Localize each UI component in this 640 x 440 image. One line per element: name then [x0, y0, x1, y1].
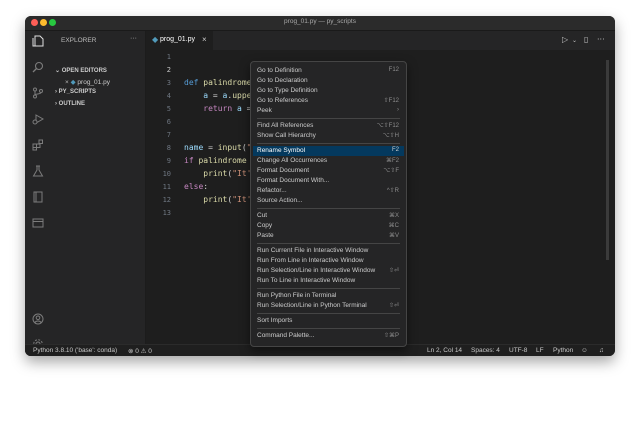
menu-separator	[257, 118, 400, 119]
open-editor-item[interactable]: × ◆ prog_01.py	[65, 78, 110, 86]
menu-item-run-python-file-terminal[interactable]: Run Python File in Terminal	[253, 291, 404, 301]
menu-separator	[257, 328, 400, 329]
chevron-down-icon: ⌄	[55, 68, 61, 74]
line-number: 7	[166, 131, 171, 139]
activity-bar	[25, 31, 51, 356]
close-icon[interactable]: ×	[65, 79, 69, 86]
tab-prog-01[interactable]: ◆ prog_01.py ×	[146, 31, 213, 50]
line-number: 5	[166, 105, 171, 113]
menu-item-rename-symbol[interactable]: Rename Symbol F2	[253, 146, 404, 156]
code-line-2: def palindrome	[184, 78, 252, 87]
run-debug-icon[interactable]	[32, 113, 45, 125]
menu-separator	[257, 288, 400, 289]
problems-count[interactable]: ⊗ 0 ⚠ 0	[128, 347, 152, 355]
code-line-7: name = input("	[184, 143, 251, 152]
chevron-right-icon: ›	[55, 89, 57, 95]
line-number: 13	[162, 209, 171, 217]
code-line-8: if palindrome	[184, 156, 247, 165]
menu-item-show-call-hierarchy[interactable]: Show Call Hierarchy ⌥⇧H	[253, 131, 404, 141]
more-actions-icon[interactable]: ···	[597, 35, 605, 44]
section-py-scripts[interactable]: › PY_SCRIPTS	[55, 89, 96, 95]
python-interpreter[interactable]: Python 3.8.10 ('base': conda)	[33, 347, 117, 354]
language-mode[interactable]: Python	[553, 347, 573, 354]
account-icon[interactable]	[32, 313, 44, 325]
files-icon[interactable]	[32, 35, 44, 47]
line-number: 12	[162, 196, 171, 204]
more-actions-icon[interactable]: ···	[130, 35, 137, 42]
menu-item-format-document[interactable]: Format Document ⌥⇧F	[253, 166, 404, 176]
chevron-down-icon[interactable]: ⌄	[572, 37, 577, 44]
menu-item-sort-imports[interactable]: Sort Imports	[253, 316, 404, 326]
tab-bar: ◆ prog_01.py × ▷ ⌄ ▯ ···	[146, 31, 615, 50]
code-line-3: a = a.upper	[203, 91, 257, 100]
line-number: 9	[166, 157, 171, 165]
vertical-scrollbar[interactable]	[606, 60, 609, 260]
code-line-11: print("It'	[203, 195, 252, 204]
close-tab-icon[interactable]: ×	[202, 35, 207, 44]
menu-item-run-selection-interactive[interactable]: Run Selection/Line in Interactive Window…	[253, 266, 404, 276]
chevron-right-icon: ›	[55, 101, 57, 107]
code-line-9: print("It'	[203, 169, 252, 178]
line-number: 2	[166, 66, 171, 74]
menu-item-peek[interactable]: Peek ›	[253, 106, 404, 116]
menu-item-change-all-occurrences[interactable]: Change All Occurrences ⌘F2	[253, 156, 404, 166]
python-file-icon: ◆	[152, 35, 159, 44]
explorer-sidebar: EXPLORER ··· ⌄ OPEN EDITORS × ◆ prog_01.…	[51, 31, 146, 344]
line-number: 11	[162, 183, 171, 191]
menu-item-run-from-line-interactive[interactable]: Run From Line in Interactive Window	[253, 256, 404, 266]
menu-item-go-to-type-definition[interactable]: Go to Type Definition	[253, 86, 404, 96]
search-icon[interactable]	[32, 61, 44, 73]
source-control-icon[interactable]	[32, 87, 44, 99]
indentation[interactable]: Spaces: 4	[471, 347, 500, 354]
menu-item-go-to-definition[interactable]: Go to Definition F12	[253, 66, 404, 76]
python-file-icon: ◆	[70, 79, 76, 86]
menu-item-refactor[interactable]: Refactor... ^⇧R	[253, 186, 404, 196]
menu-item-source-action[interactable]: Source Action...	[253, 196, 404, 206]
menu-item-find-all-references[interactable]: Find All References ⌥⇧F12	[253, 121, 404, 131]
title-bar: prog_01.py — py_scripts	[25, 16, 615, 31]
line-number: 3	[166, 79, 171, 87]
line-number: 6	[166, 118, 171, 126]
line-number: 4	[166, 92, 171, 100]
remote-explorer-icon[interactable]	[32, 191, 44, 203]
menu-item-run-selection-python-terminal[interactable]: Run Selection/Line in Python Terminal ⇧⏎	[253, 301, 404, 311]
cursor-position[interactable]: Ln 2, Col 14	[427, 347, 462, 354]
menu-item-run-to-line-interactive[interactable]: Run To Line in Interactive Window	[253, 276, 404, 286]
line-number: 1	[166, 53, 171, 61]
section-outline[interactable]: › OUTLINE	[55, 101, 85, 107]
notifications-icon[interactable]: ♫	[599, 347, 604, 354]
menu-separator	[257, 143, 400, 144]
line-number: 8	[166, 144, 171, 152]
run-file-icon[interactable]: ▷	[562, 35, 568, 44]
menu-item-go-to-declaration[interactable]: Go to Declaration	[253, 76, 404, 86]
context-menu: Go to Definition F12 Go to Declaration Go…	[250, 61, 407, 347]
menu-item-cut[interactable]: Cut ⌘X	[253, 211, 404, 221]
section-open-editors[interactable]: ⌄ OPEN EDITORS	[55, 67, 107, 74]
menu-separator	[257, 208, 400, 209]
testing-icon[interactable]	[32, 165, 44, 177]
menu-item-run-current-file-interactive[interactable]: Run Current File in Interactive Window	[253, 246, 404, 256]
code-line-4: return a =	[203, 104, 252, 113]
explorer-title: EXPLORER	[61, 37, 97, 44]
encoding[interactable]: UTF-8	[509, 347, 527, 354]
menu-item-copy[interactable]: Copy ⌘C	[253, 221, 404, 231]
menu-item-paste[interactable]: Paste ⌘V	[253, 231, 404, 241]
code-line-10: else:	[184, 182, 209, 191]
menu-item-format-document-with[interactable]: Format Document With...	[253, 176, 404, 186]
menu-item-go-to-references[interactable]: Go to References ⇧F12	[253, 96, 404, 106]
extensions-icon[interactable]	[32, 139, 44, 151]
end-of-line[interactable]: LF	[536, 347, 544, 354]
line-number: 10	[162, 170, 171, 178]
feedback-icon[interactable]: ☺	[581, 347, 588, 354]
split-editor-icon[interactable]: ▯	[584, 35, 588, 44]
menu-item-command-palette[interactable]: Command Palette... ⇧⌘P	[253, 331, 404, 341]
terminal-panel-icon[interactable]	[32, 217, 44, 229]
menu-separator	[257, 313, 400, 314]
menu-separator	[257, 243, 400, 244]
window-title: prog_01.py — py_scripts	[284, 18, 356, 25]
